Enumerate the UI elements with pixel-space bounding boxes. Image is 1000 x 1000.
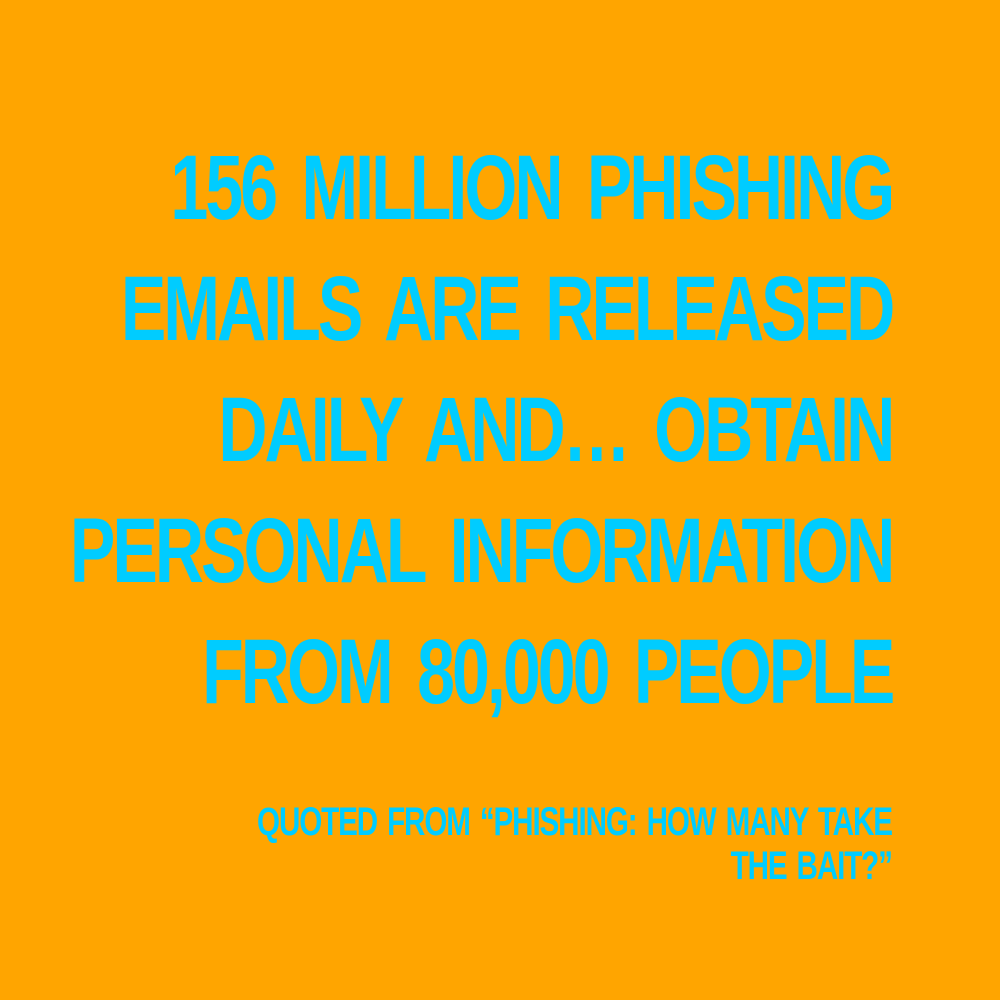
quote-block: 156 MILLION PHISHING EMAILS ARE RELEASED… [0, 128, 895, 733]
quote-line-2: EMAILS ARE RELEASED [120, 258, 895, 360]
attribution-line-2: THE BAIT?” [730, 844, 893, 888]
attribution-line-1: QUOTED FROM “PHISHING: HOW MANY TAKE [257, 800, 893, 844]
quote-line-3: DAILY AND… OBTAIN [218, 379, 895, 481]
quote-line-4: PERSONAL INFORMATION [69, 500, 895, 602]
attribution-block: QUOTED FROM “PHISHING: HOW MANY TAKE THE… [34, 800, 893, 888]
quote-line-1: 156 MILLION PHISHING [170, 137, 895, 239]
quote-line-5: FROM 80,000 PEOPLE [201, 621, 895, 723]
